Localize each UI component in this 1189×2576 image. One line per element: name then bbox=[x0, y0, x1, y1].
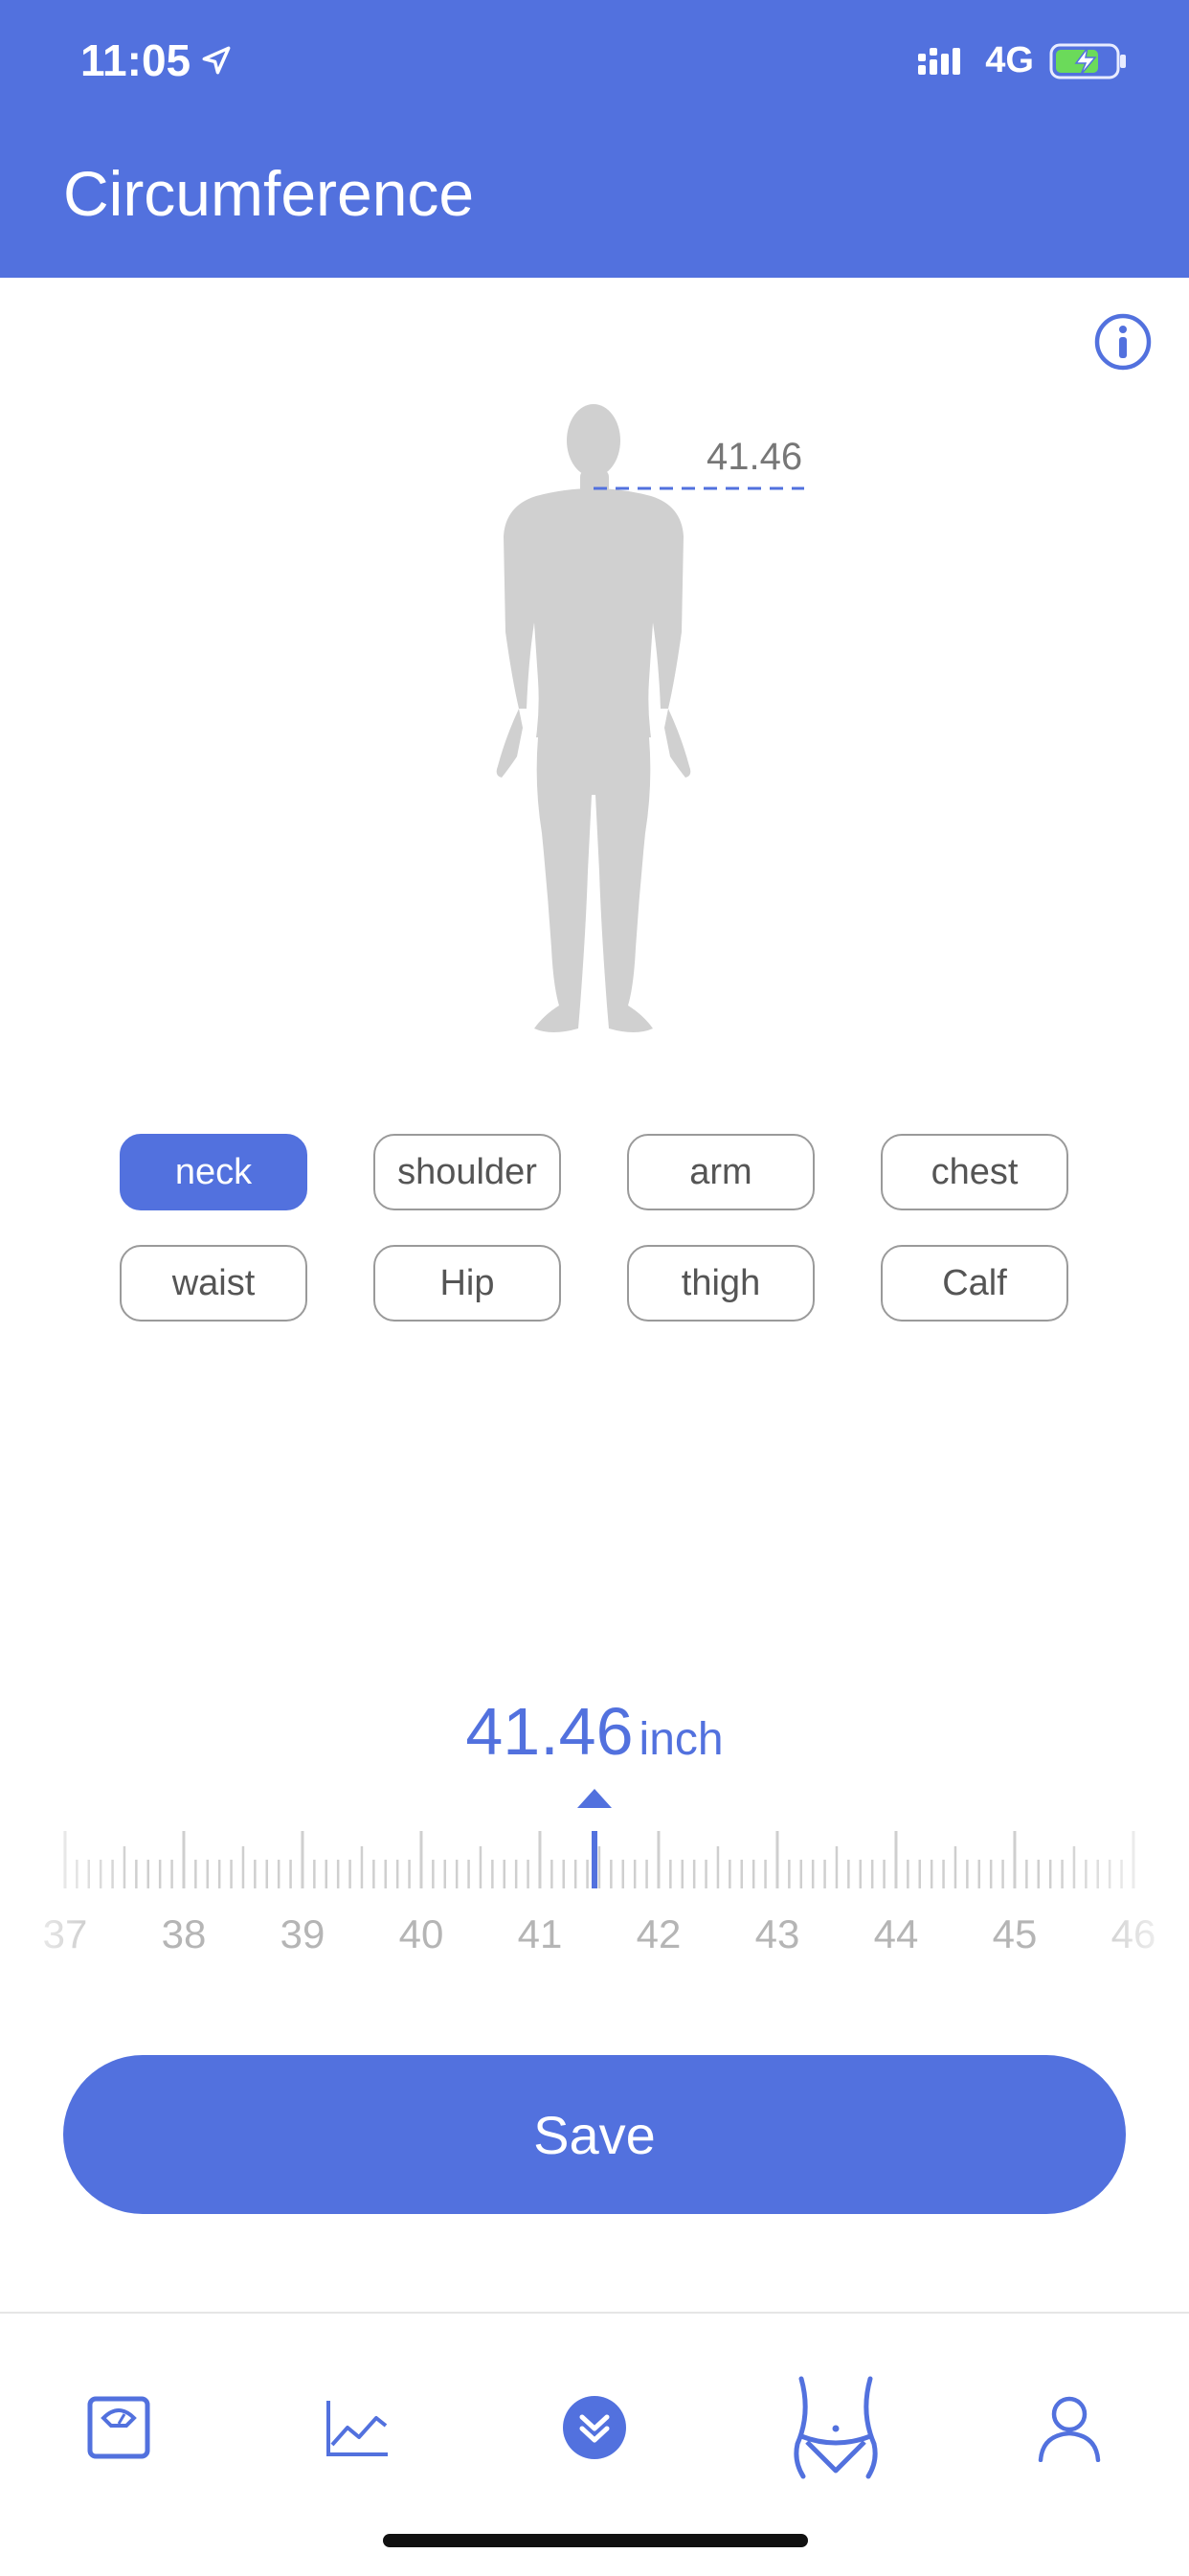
ruler-tick-label: 45 bbox=[993, 1911, 1038, 1956]
chip-chest[interactable]: chest bbox=[881, 1134, 1068, 1210]
measurement-readout: 41.46 inch bbox=[0, 1693, 1189, 1770]
home-indicator bbox=[383, 2534, 808, 2547]
ruler-scale: 37 38 39 40 41 42 43 44 45 46 bbox=[43, 1831, 1156, 1956]
status-time: 11:05 bbox=[80, 34, 233, 86]
tab-trends[interactable] bbox=[304, 2375, 410, 2480]
tab-circumference[interactable] bbox=[783, 2375, 888, 2480]
app-header: 11:05 4G Circumference bbox=[0, 0, 1189, 278]
signal-icon bbox=[918, 47, 961, 75]
ruler-pointer-icon bbox=[577, 1789, 612, 1808]
ruler-tick-label: 39 bbox=[280, 1911, 325, 1956]
info-icon bbox=[1094, 313, 1152, 371]
tab-scale[interactable] bbox=[66, 2375, 171, 2480]
status-indicators: 4G bbox=[916, 40, 1128, 81]
figure-value-label: 41.46 bbox=[707, 436, 803, 478]
chip-thigh[interactable]: thigh bbox=[627, 1245, 815, 1322]
ruler-tick-label: 41 bbox=[518, 1911, 563, 1956]
chip-shoulder[interactable]: shoulder bbox=[373, 1134, 561, 1210]
page-title: Circumference bbox=[63, 158, 475, 229]
chart-line-icon bbox=[326, 2401, 388, 2456]
tab-more[interactable] bbox=[542, 2375, 647, 2480]
scale-icon bbox=[87, 2396, 150, 2459]
chip-neck[interactable]: neck bbox=[120, 1134, 307, 1210]
ruler-tick-label: 46 bbox=[1111, 1911, 1156, 1956]
network-label: 4G bbox=[985, 40, 1034, 80]
save-button[interactable]: Save bbox=[63, 2055, 1126, 2214]
chip-arm[interactable]: arm bbox=[627, 1134, 815, 1210]
battery-charging-icon bbox=[1049, 43, 1126, 79]
location-arrow-icon bbox=[202, 46, 231, 75]
chip-hip[interactable]: Hip bbox=[373, 1245, 561, 1322]
ruler-tick-label: 40 bbox=[399, 1911, 444, 1956]
ruler-tick-label: 42 bbox=[637, 1911, 682, 1956]
chip-calf[interactable]: Calf bbox=[881, 1245, 1068, 1322]
ruler-tick-label: 44 bbox=[874, 1911, 919, 1956]
measurement-ruler[interactable]: 37 38 39 40 41 42 43 44 45 46 bbox=[0, 1819, 1189, 1973]
ruler-tick-label: 38 bbox=[162, 1911, 207, 1956]
body-figure bbox=[431, 393, 766, 1053]
body-waist-icon bbox=[794, 2376, 878, 2479]
chip-waist[interactable]: waist bbox=[120, 1245, 307, 1322]
ruler-tick-label: 43 bbox=[755, 1911, 800, 1956]
tab-profile[interactable] bbox=[1017, 2375, 1122, 2480]
measurement-dash-line bbox=[594, 486, 804, 490]
human-body-icon bbox=[496, 404, 691, 1032]
status-time-label: 11:05 bbox=[80, 35, 191, 85]
measurement-unit: inch bbox=[639, 1714, 724, 1765]
expand-down-icon bbox=[563, 2396, 626, 2459]
ruler-tick-label: 37 bbox=[43, 1911, 88, 1956]
info-button[interactable] bbox=[1093, 312, 1153, 372]
profile-icon bbox=[1038, 2396, 1101, 2462]
measurement-value: 41.46 bbox=[465, 1694, 634, 1769]
